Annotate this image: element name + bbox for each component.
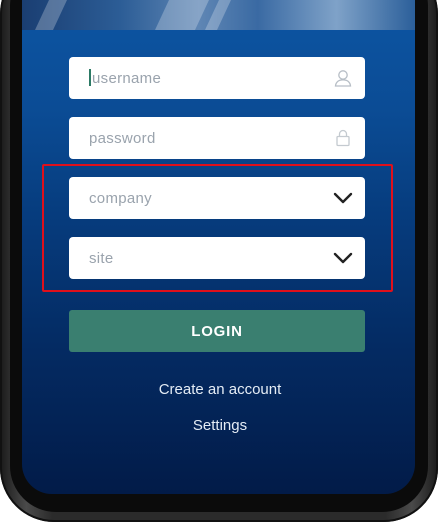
text-cursor (89, 69, 91, 86)
lock-icon (331, 126, 355, 150)
create-account-link[interactable]: Create an account (0, 381, 440, 398)
password-field[interactable]: password (69, 117, 365, 159)
login-button[interactable]: LOGIN (69, 310, 365, 352)
username-placeholder: username (92, 70, 162, 87)
settings-link[interactable]: Settings (0, 417, 440, 434)
highlight-box (42, 164, 393, 292)
password-placeholder: password (89, 129, 156, 147)
header-image (22, 0, 415, 30)
user-icon (331, 66, 355, 90)
username-field[interactable]: username (69, 57, 365, 99)
